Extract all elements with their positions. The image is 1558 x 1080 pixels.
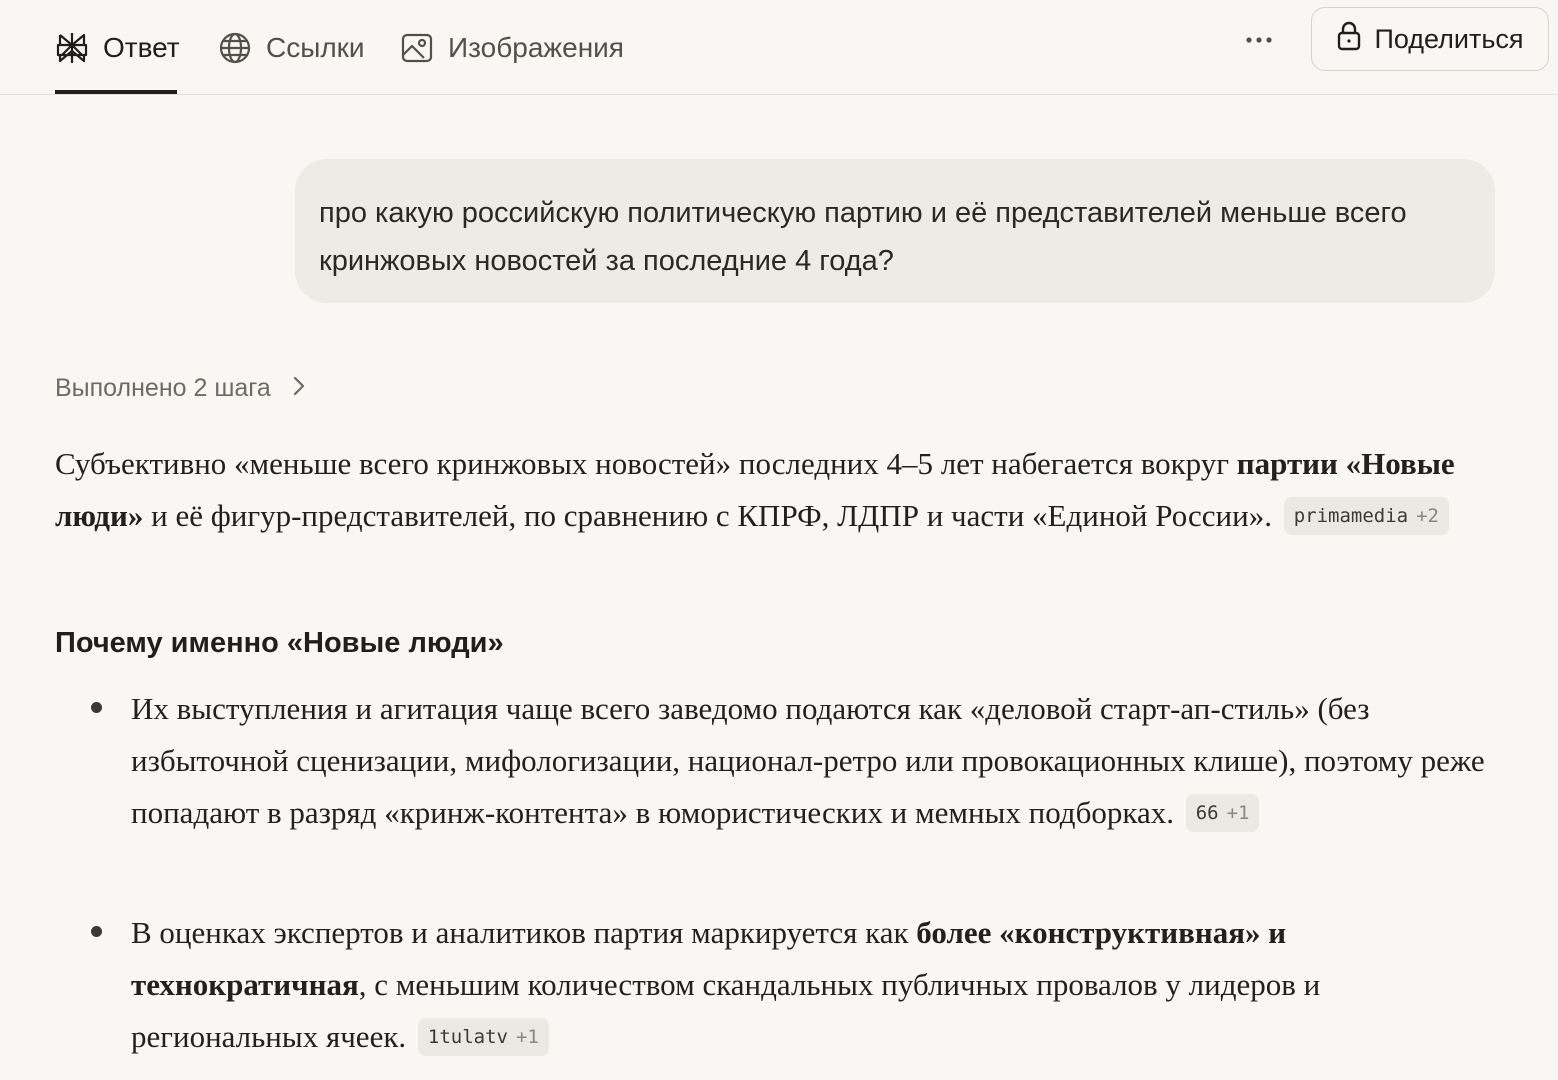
- bullet-text-before: В оценках экспертов и аналитиков партия …: [131, 915, 917, 950]
- steps-toggle[interactable]: Выполнено 2 шага: [55, 368, 305, 408]
- bullet-text: Их выступления и агитация чаще всего зав…: [131, 691, 1485, 830]
- bullet-dot: [91, 926, 102, 937]
- intro-text-part2: и её фигур-представителей, по сравнению …: [143, 498, 1272, 533]
- share-button[interactable]: Поделиться: [1311, 7, 1549, 71]
- ellipsis-icon: [1245, 31, 1273, 49]
- section-heading: Почему именно «Новые люди»: [55, 627, 504, 659]
- chevron-right-icon: [293, 374, 305, 403]
- intro-text-part1: Субъективно «меньше всего кринжовых ново…: [55, 446, 1237, 481]
- tab-links-label: Ссылки: [266, 31, 365, 63]
- perplexity-logo-icon: [55, 31, 89, 65]
- citation-badge[interactable]: 66 +1: [1185, 794, 1260, 832]
- tab-images-label: Изображения: [448, 31, 624, 63]
- citation-more: +2: [1416, 505, 1439, 527]
- citation-badge[interactable]: primamedia +2: [1283, 497, 1449, 535]
- answer-intro: Субъективно «меньше всего кринжовых ново…: [55, 438, 1495, 542]
- citation-more: +1: [515, 1026, 539, 1048]
- query-bubble: про какую российскую политическую партию…: [295, 159, 1495, 303]
- top-bar: Ответ Ссылки Изображения Поделиться: [0, 0, 1558, 95]
- citation-badge[interactable]: 1tulatv +1: [417, 1018, 549, 1056]
- image-icon: [400, 31, 434, 65]
- citation-more: +1: [1226, 802, 1250, 824]
- bullet-dot: [91, 702, 102, 713]
- citation-source: 66: [1195, 802, 1219, 824]
- tab-images[interactable]: Изображения: [400, 0, 624, 95]
- query-text: про какую российскую политическую партию…: [319, 197, 1407, 277]
- globe-icon: [218, 31, 252, 65]
- citation-source: 1tulatv: [427, 1026, 508, 1048]
- steps-label: Выполнено 2 шага: [55, 373, 271, 402]
- list-item: В оценках экспертов и аналитиков партия …: [91, 907, 1511, 1063]
- more-options-button[interactable]: [1238, 22, 1280, 58]
- share-button-label: Поделиться: [1374, 23, 1524, 54]
- tab-answer-label: Ответ: [103, 31, 180, 63]
- tab-answer[interactable]: Ответ: [55, 0, 180, 95]
- tab-links[interactable]: Ссылки: [218, 0, 365, 95]
- citation-source: primamedia: [1293, 505, 1409, 527]
- lock-icon: [1336, 21, 1362, 58]
- list-item: Их выступления и агитация чаще всего зав…: [91, 683, 1511, 839]
- active-tab-indicator: [55, 90, 177, 94]
